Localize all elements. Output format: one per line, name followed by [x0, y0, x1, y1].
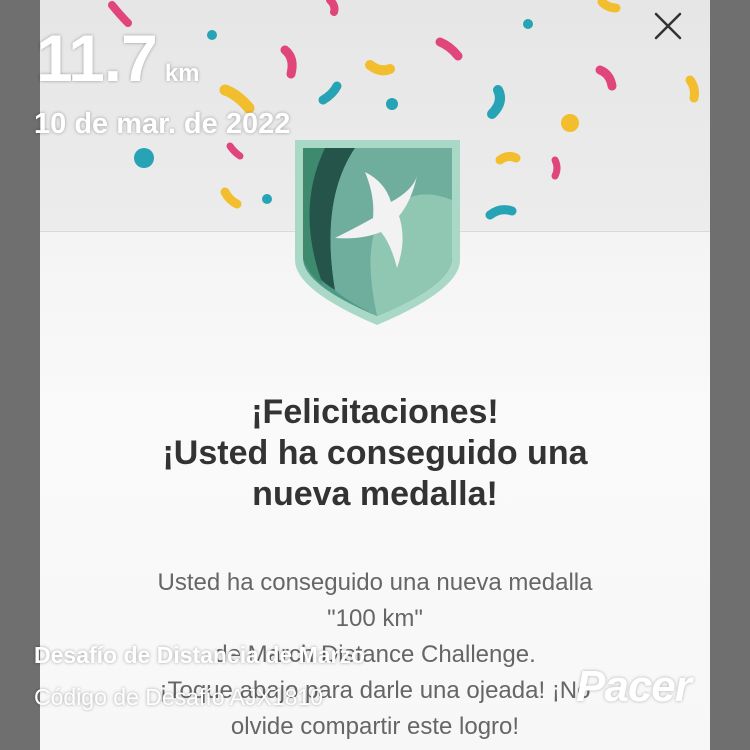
close-icon[interactable] — [652, 10, 684, 42]
pacer-logo: Pacer — [576, 662, 692, 711]
distance-value: 11.7 — [36, 21, 158, 95]
message-line-2: "100 km" — [327, 605, 423, 632]
swallow-shield-badge-icon — [295, 140, 460, 325]
dialog-title: ¡Felicitaciones! ¡Usted ha conseguido un… — [40, 392, 710, 515]
message-line-5: olvide compartir este logro! — [230, 713, 520, 740]
challenge-code: Código de Desafío AJX1810 — [34, 684, 323, 710]
challenge-name: Desafío de Distancia de Marzo — [34, 642, 366, 668]
activity-date: 10 de mar. de 2022 — [34, 108, 291, 140]
title-line-3: nueva medalla! — [252, 475, 498, 513]
title-line-1: ¡Felicitaciones! — [251, 393, 499, 431]
right-backdrop — [710, 0, 750, 750]
title-line-2: ¡Usted ha conseguido una — [162, 434, 588, 472]
message-line-1: Usted ha conseguido una nueva medalla — [157, 569, 593, 596]
distance-unit: km — [164, 60, 200, 87]
distance-readout: 11.7 km — [36, 20, 200, 96]
